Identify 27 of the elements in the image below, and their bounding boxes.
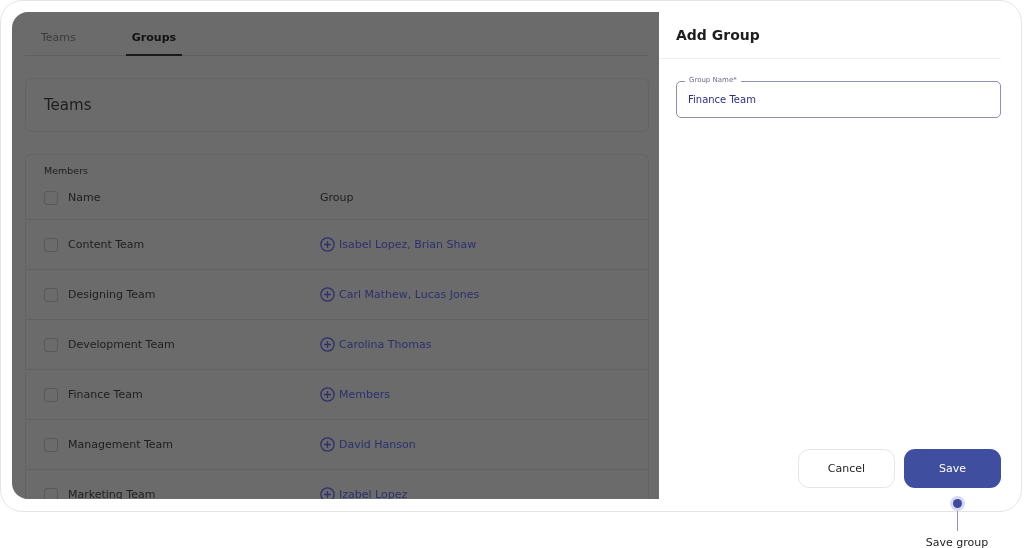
add-icon[interactable] [320, 387, 335, 402]
team-name: Management Team [68, 438, 174, 451]
leader-line [956, 511, 958, 531]
add-icon[interactable] [320, 237, 335, 252]
column-header: Name [68, 191, 101, 204]
panel-title: Add Group [676, 27, 760, 43]
cancel-button[interactable]: Cancel [798, 449, 895, 488]
team-name: Designing Team [68, 288, 156, 301]
group-link[interactable]: Isabel Lopez, Brian Shaw [339, 238, 477, 251]
section-heading: Teams [44, 96, 92, 114]
team-name: Content Team [68, 238, 145, 251]
group-link[interactable]: Members [339, 388, 390, 401]
checkbox[interactable] [44, 487, 58, 499]
add-icon[interactable] [320, 337, 335, 352]
save-button[interactable]: Save [904, 449, 1001, 488]
group-link[interactable]: Carl Mathew, Lucas Jones [339, 288, 480, 301]
group-link[interactable]: David Hanson [339, 438, 416, 451]
team-name: Development Team [68, 338, 175, 351]
add-icon[interactable] [320, 287, 335, 302]
add-icon[interactable] [320, 487, 335, 499]
members-label: Members [44, 165, 90, 176]
team-name: Finance Team [68, 388, 143, 401]
column-header: Group [320, 191, 354, 204]
add-icon[interactable] [320, 437, 335, 452]
tab[interactable]: Groups [125, 12, 183, 56]
group-link[interactable]: Carolina Thomas [339, 338, 432, 351]
callout-label: Save group [925, 536, 989, 548]
